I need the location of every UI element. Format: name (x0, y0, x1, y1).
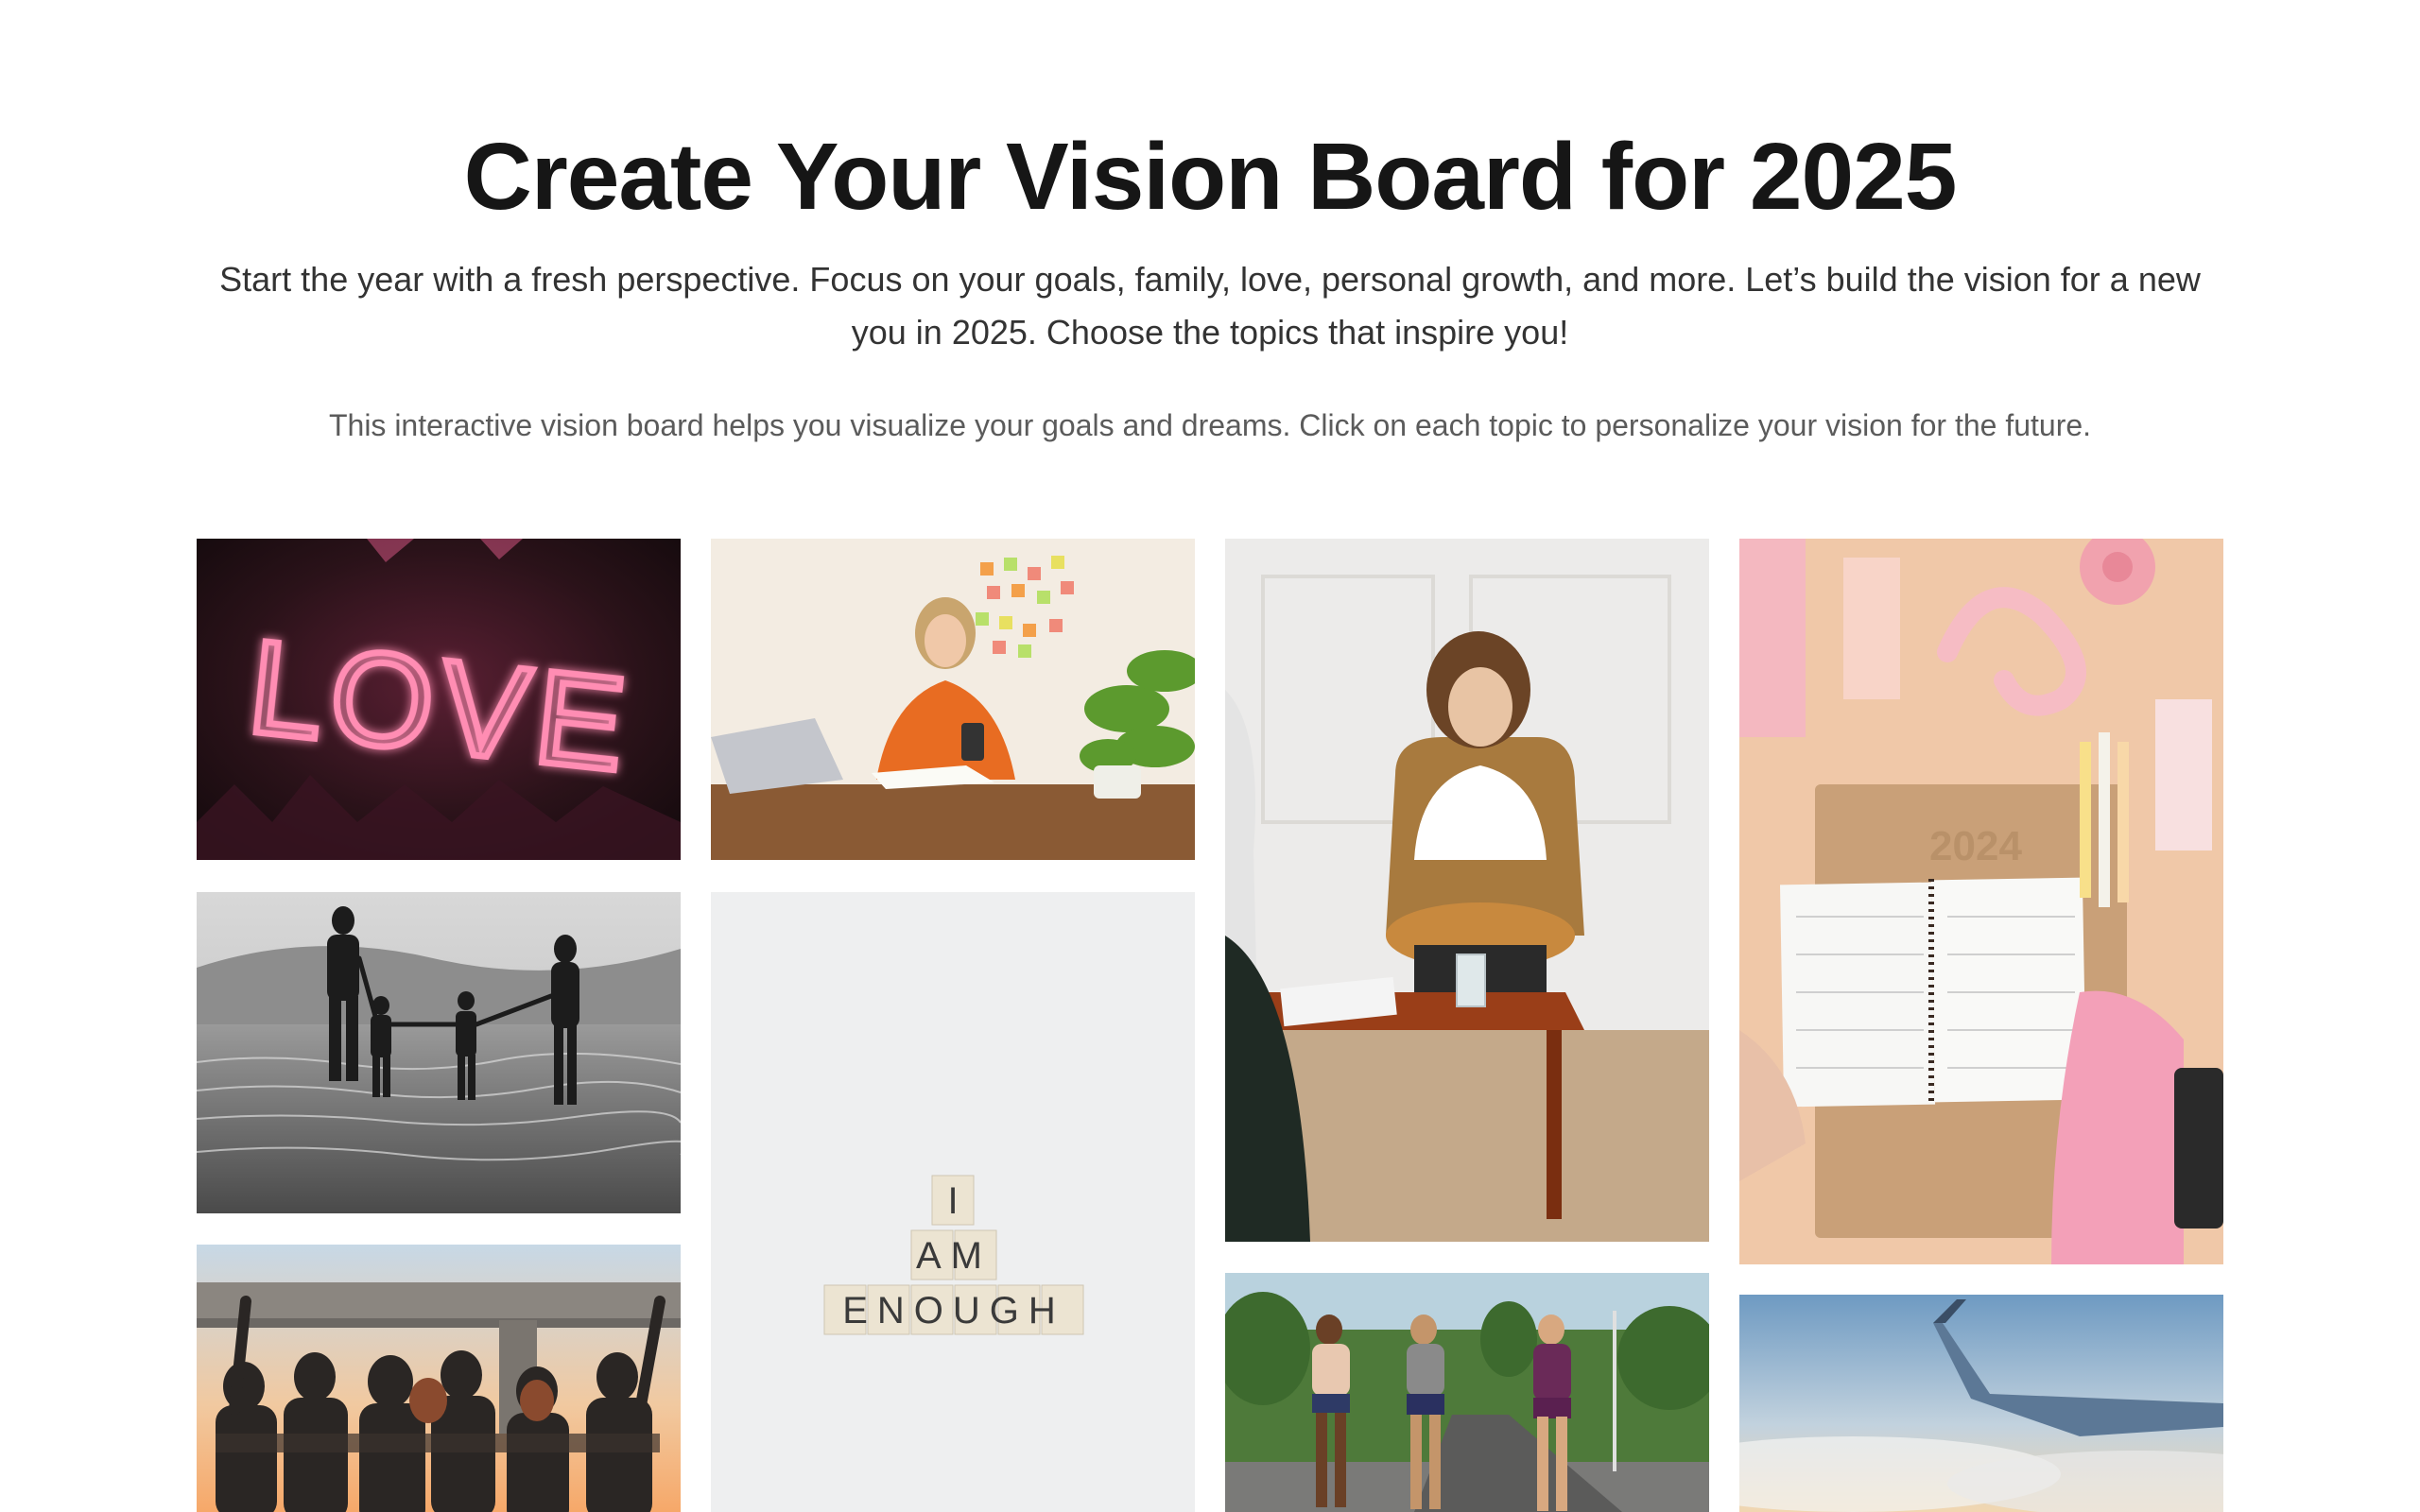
planner-year-text: 2024 (1929, 823, 2022, 869)
page-subtitle: Start the year with a fresh perspective.… (219, 260, 2201, 352)
planner-desk-image: 2024 (1739, 539, 2223, 1264)
women-walking-image (1225, 1273, 1709, 1512)
enough-line-3: ENOUGH (842, 1290, 1065, 1332)
vision-tile-fitness[interactable] (1225, 1273, 1709, 1512)
vision-tile-friends[interactable] (197, 1245, 681, 1512)
vision-tile-love[interactable]: LOVE (197, 539, 681, 860)
vision-tile-self-worth[interactable]: I AM ENOUGH (711, 892, 1195, 1512)
page-title: Create Your Vision Board for 2025 (463, 124, 1958, 230)
enough-line-1: I (947, 1180, 958, 1222)
family-beach-image (197, 892, 681, 1213)
vision-tile-family[interactable] (197, 892, 681, 1213)
vision-tile-travel[interactable] (1739, 1295, 2223, 1512)
enough-line-2: AM (916, 1235, 992, 1277)
friends-group-image (197, 1245, 681, 1512)
page-description: This interactive vision board helps you … (328, 408, 2092, 442)
i-am-enough-image: I AM ENOUGH (711, 892, 1195, 1512)
therapy-session-image (1225, 539, 1709, 1242)
vision-tile-goals-planner[interactable]: 2024 (1739, 539, 2223, 1264)
career-desk-image (711, 539, 1195, 860)
love-neon-image: LOVE (197, 539, 681, 860)
vision-tile-career[interactable] (711, 539, 1195, 860)
airplane-wing-image (1739, 1295, 2223, 1512)
vision-tile-mental-health[interactable] (1225, 539, 1709, 1242)
